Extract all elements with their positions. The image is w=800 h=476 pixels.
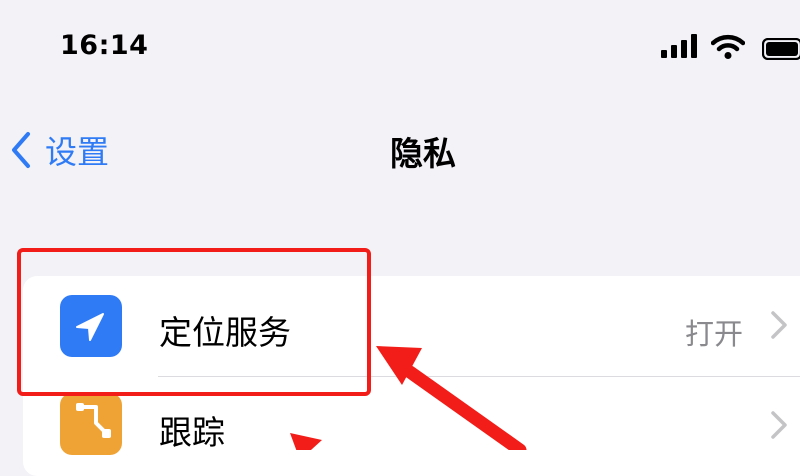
page-title: 隐私 [390,134,456,173]
tracking-icon [60,393,122,455]
battery-icon [762,38,800,60]
status-time: 16:14 [60,30,149,61]
wifi-icon [711,34,745,59]
chevron-left-icon [12,132,30,168]
chevron-right-icon [771,311,787,339]
list-item-value: 打开 [684,317,743,351]
chevron-right-icon [771,411,787,439]
cellular-signal-icon [661,34,697,58]
highlight-box [17,248,371,396]
list-item-label: 跟踪 [159,413,225,452]
